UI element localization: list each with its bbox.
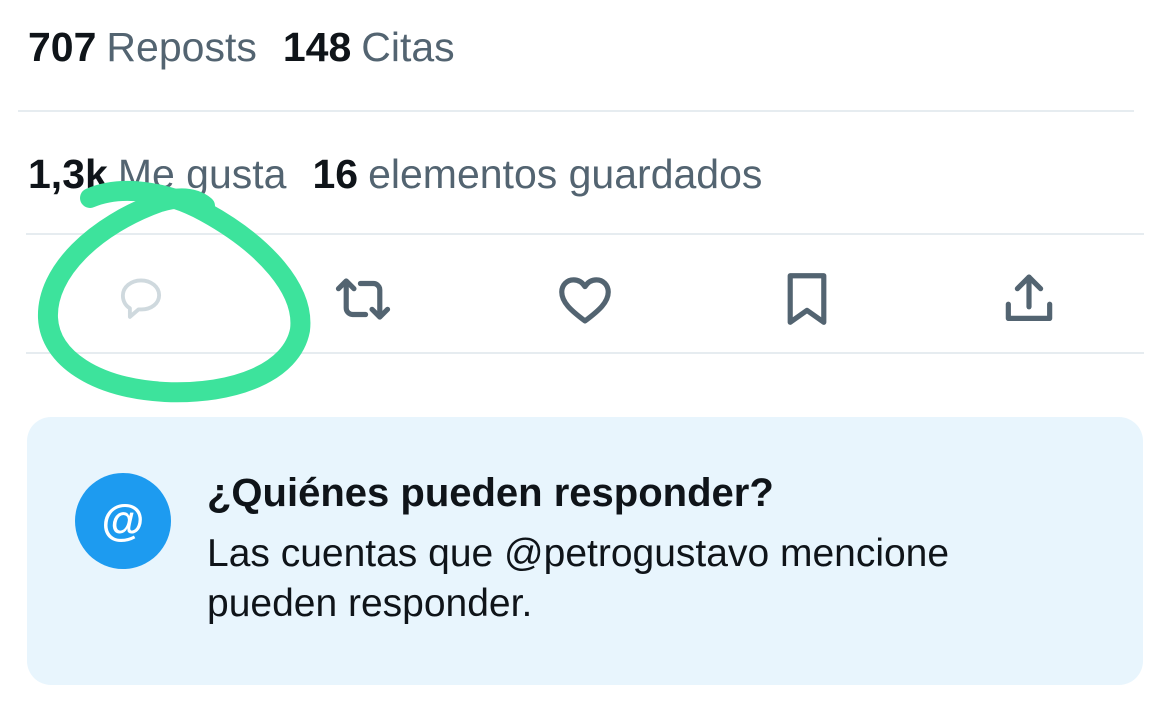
notice-title: ¿Quiénes pueden responder? [207,471,774,515]
reposts-stat[interactable]: 707 Reposts [28,24,257,71]
quotes-stat[interactable]: 148 Citas [283,24,455,71]
divider [26,352,1144,354]
who-can-reply-notice: @ ¿Quiénes pueden responder? Las cuentas… [27,417,1143,685]
engagement-stats-row: 707 Reposts 148 Citas [28,24,481,71]
heart-icon [559,277,611,324]
reply-icon [120,278,162,319]
reposts-label: Reposts [106,24,257,70]
tweet-action-bar [0,236,1170,350]
share-icon [1005,274,1053,321]
like-button[interactable] [554,268,616,330]
bookmarks-count: 16 [312,151,359,197]
likes-stat[interactable]: 1,3k Me gusta [28,151,286,198]
quotes-label: Citas [361,24,455,70]
reposts-count: 707 [28,24,97,70]
divider [18,110,1134,112]
notice-body: Las cuentas que @petrogustavo mencione p… [207,532,950,625]
divider [26,233,1144,235]
reply-button[interactable] [110,268,172,330]
mention-at-icon: @ [75,473,171,569]
bookmark-button[interactable] [776,268,838,330]
likes-label: Me gusta [117,151,287,197]
bookmarks-label: elementos guardados [368,151,763,197]
repost-button[interactable] [332,268,394,330]
likes-count: 1,3k [28,151,108,197]
quotes-count: 148 [282,24,352,70]
share-button[interactable] [998,268,1060,330]
engagement-stats-row: 1,3k Me gusta 16 elementos guardados [28,151,788,198]
repost-icon [335,278,391,320]
bookmarks-stat[interactable]: 16 elementos guardados [312,151,762,198]
bookmark-icon [787,273,827,325]
